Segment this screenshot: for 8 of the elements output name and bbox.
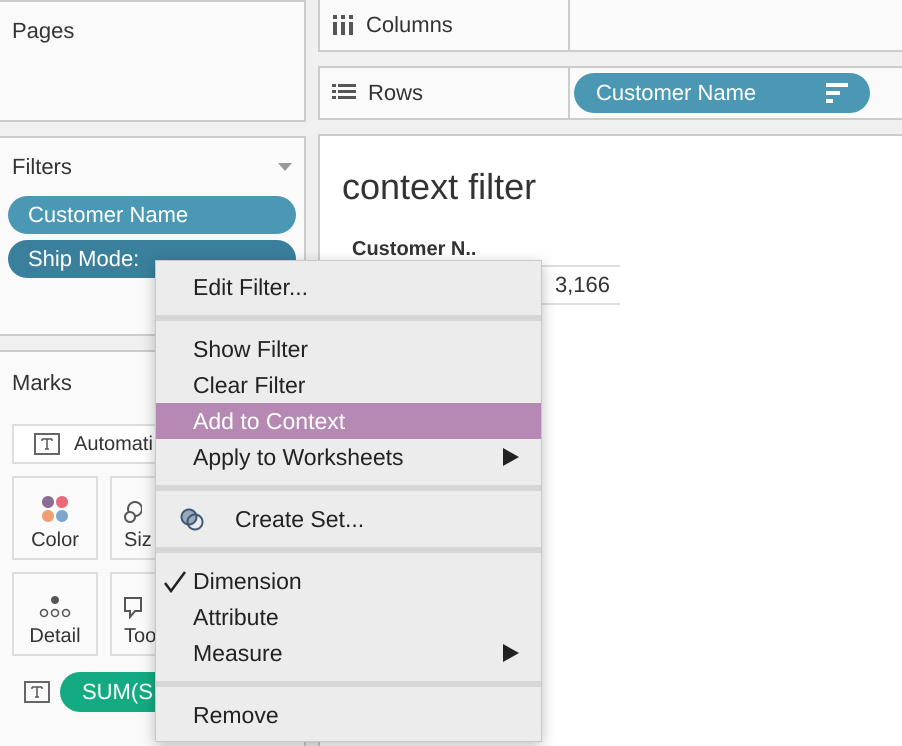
panel-title: Filters [12, 154, 72, 180]
sheet-title: context filter [342, 166, 538, 208]
shelf-label: Rows [368, 80, 424, 106]
shelf-label: Columns [366, 12, 453, 38]
panel-title: Pages [12, 18, 74, 43]
column-header: Customer N.. [352, 238, 478, 261]
table-cell-text: 3,166 [554, 272, 611, 298]
panel-title: Marks [12, 370, 72, 395]
